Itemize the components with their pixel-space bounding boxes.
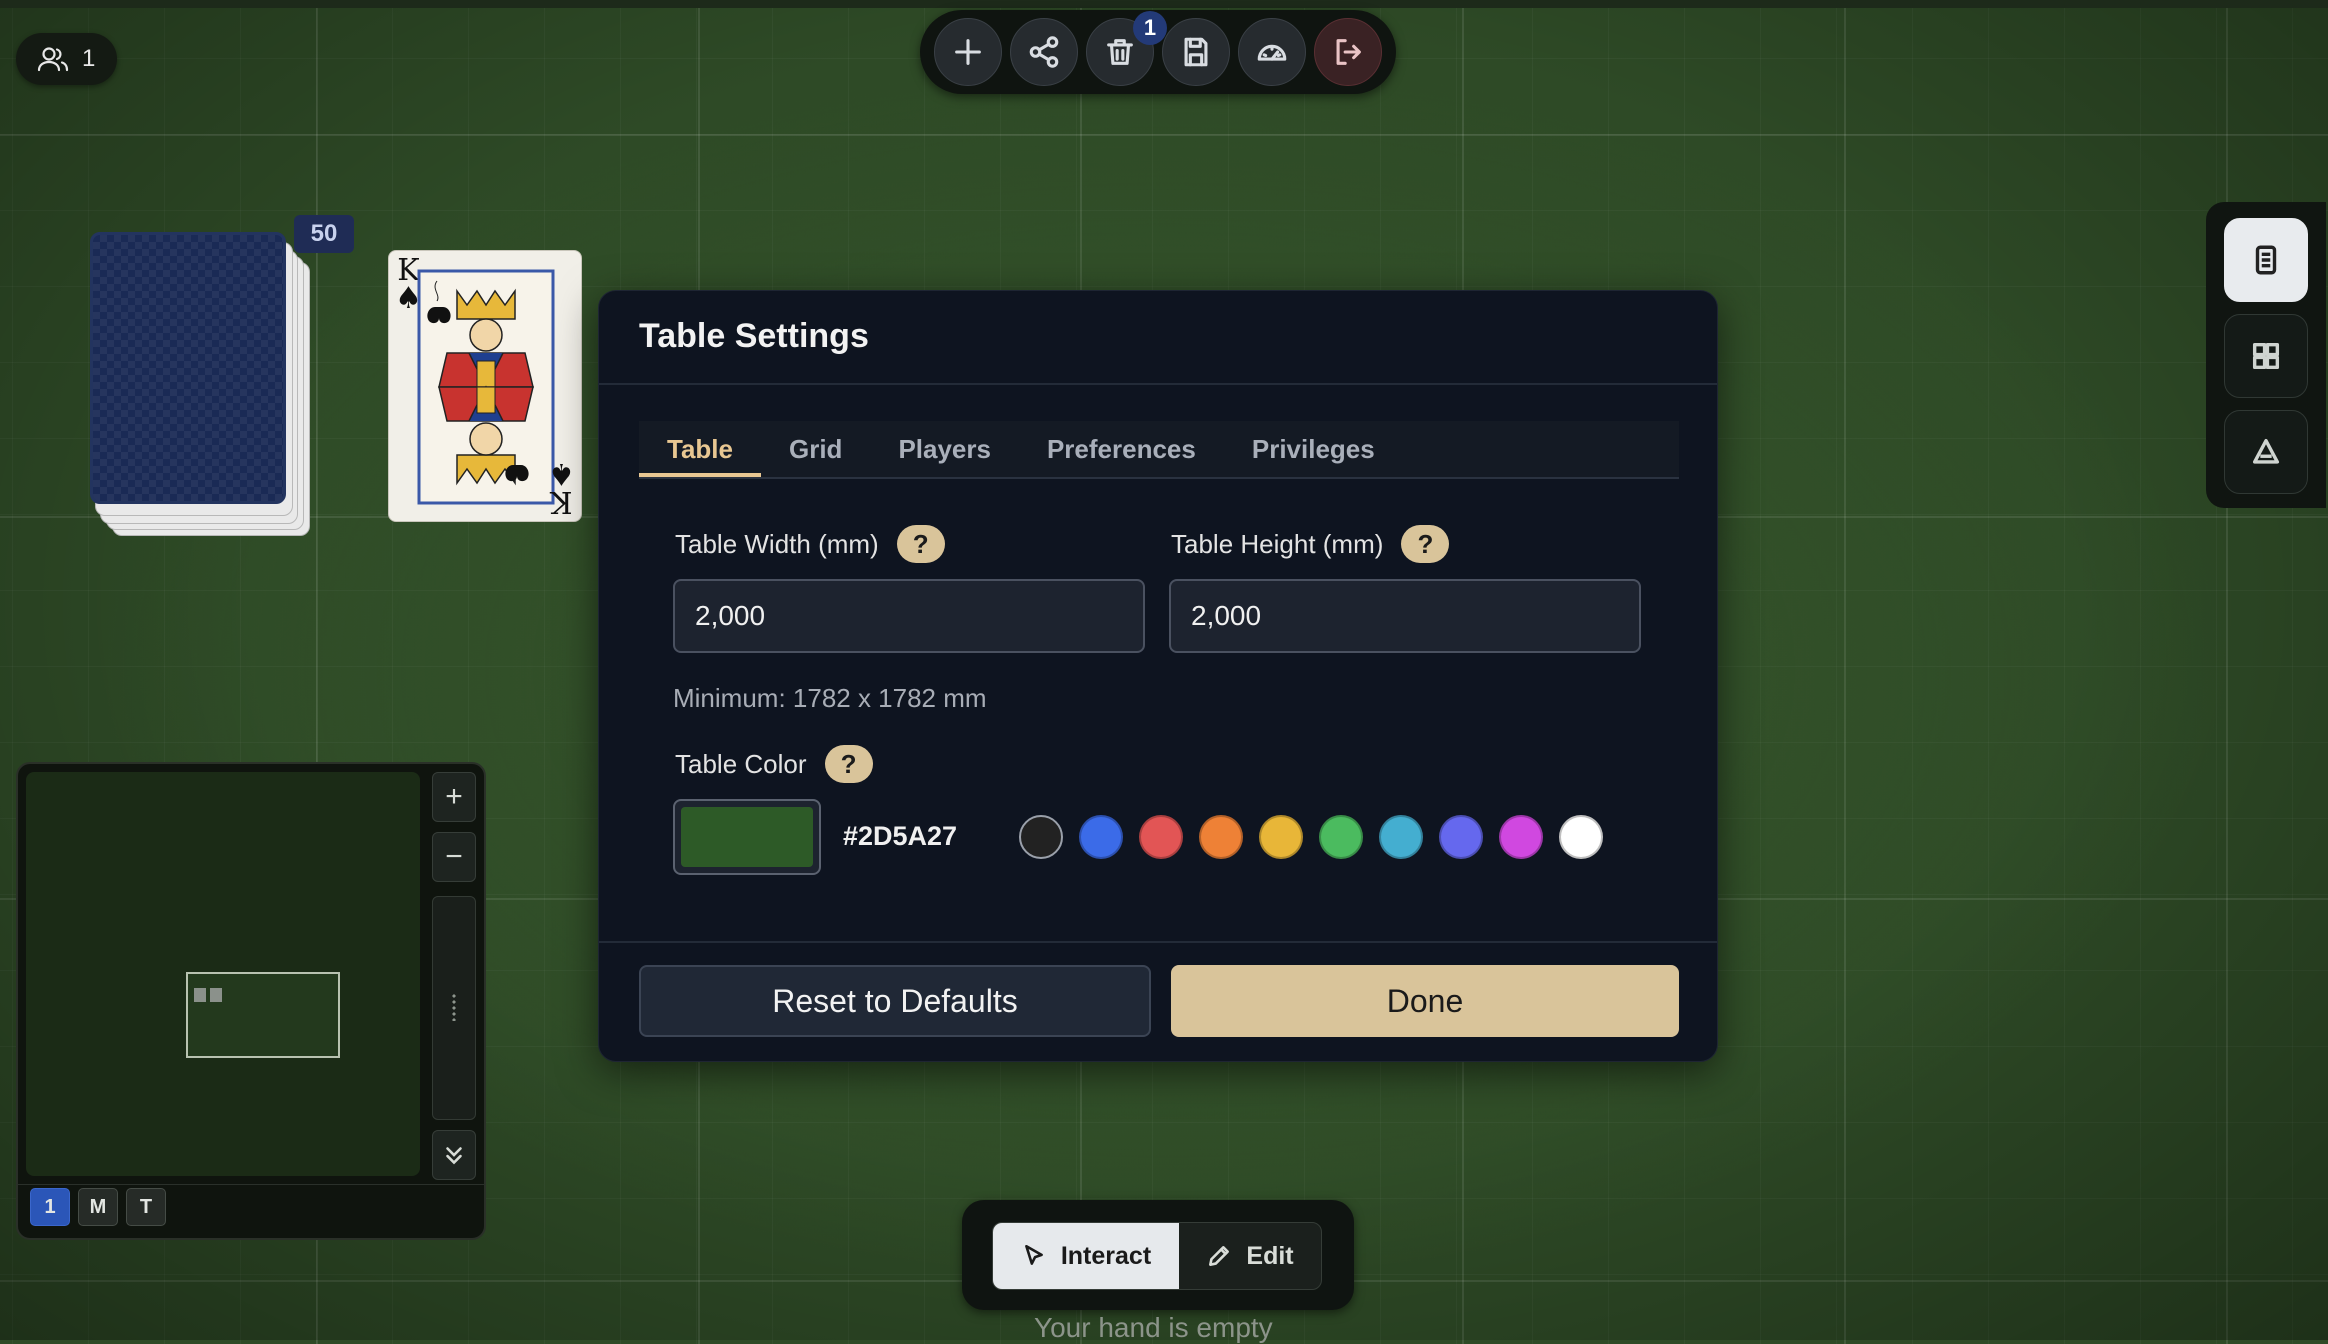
shapes-panel-button[interactable] [2224, 410, 2308, 494]
layer-tab-t[interactable]: T [126, 1188, 166, 1226]
playing-card-king-spades[interactable]: K ♠ K ♠ [388, 250, 582, 522]
card-rank: K [550, 484, 573, 519]
table-color-help-button[interactable]: ? [824, 745, 873, 783]
card-deck[interactable] [90, 232, 320, 542]
king-face-artwork [417, 269, 555, 505]
share-icon [1029, 36, 1059, 68]
color-preset-swatch[interactable] [1139, 815, 1183, 859]
notes-panel-button[interactable] [2224, 218, 2308, 302]
drag-handle-icon[interactable] [451, 993, 457, 1021]
table-height-input[interactable] [1169, 579, 1641, 653]
minimap-layer-tabs: 1 M T [30, 1188, 166, 1226]
color-preset-swatch[interactable] [1079, 815, 1123, 859]
tab-privileges[interactable]: Privileges [1224, 421, 1403, 477]
card-corner-bottom: K ♠ [548, 456, 575, 519]
minimap-panel: + − 1 M T [16, 762, 486, 1240]
interact-mode-label: Interact [1060, 1241, 1152, 1270]
minimap-card-marker [210, 988, 222, 1002]
minimap-divider [18, 1184, 484, 1185]
add-button[interactable] [934, 18, 1002, 86]
exit-button[interactable] [1314, 18, 1382, 86]
triangle-icon [2252, 438, 2280, 464]
dialog-header-divider [599, 383, 1717, 385]
table-color-label: Table Color [675, 748, 807, 779]
dialog-title: Table Settings [639, 317, 869, 355]
mode-toggle-group: Interact Edit [992, 1222, 1322, 1290]
gauge-icon [1257, 44, 1287, 61]
players-count: 1 [82, 45, 96, 72]
color-preset-swatch[interactable] [1319, 815, 1363, 859]
edit-mode-button[interactable]: Edit [1179, 1223, 1321, 1289]
performance-button[interactable] [1238, 18, 1306, 86]
deck-count-badge: 50 [294, 215, 354, 253]
right-tool-panel [2206, 202, 2326, 508]
document-icon [2255, 245, 2277, 275]
color-preset-list [1019, 815, 1603, 859]
main-toolbar: 1 [920, 10, 1396, 94]
trash-count-badge: 1 [1133, 11, 1167, 45]
logout-icon [1336, 39, 1361, 65]
deck-top-card-back [90, 232, 286, 504]
tab-grid[interactable]: Grid [761, 421, 870, 477]
current-color-swatch [681, 807, 813, 867]
minimum-size-hint: Minimum: 1782 x 1782 mm [673, 683, 987, 713]
cursor-icon [1024, 1244, 1043, 1265]
tab-preferences[interactable]: Preferences [1019, 421, 1224, 477]
table-height-label-row: Table Height (mm) ? [1171, 525, 1450, 563]
table-width-help-button[interactable]: ? [896, 525, 945, 563]
hand-status-text: Your hand is empty [1034, 1312, 1273, 1343]
players-count-badge[interactable]: 1 [16, 33, 118, 85]
plus-icon [955, 39, 981, 65]
save-button[interactable] [1162, 18, 1230, 86]
tab-players[interactable]: Players [870, 421, 1019, 477]
interact-mode-button[interactable]: Interact [993, 1223, 1179, 1289]
save-icon [1184, 37, 1208, 67]
table-color-picker[interactable] [673, 799, 821, 875]
color-preset-swatch[interactable] [1379, 815, 1423, 859]
trash-icon [1107, 39, 1133, 65]
minimap-zoom-slider[interactable] [432, 896, 476, 1120]
minimap-deck-marker [194, 988, 206, 1002]
reset-defaults-button[interactable]: Reset to Defaults [639, 965, 1151, 1037]
minimap-viewport-rect[interactable] [186, 972, 340, 1058]
minimap-canvas[interactable] [26, 772, 420, 1176]
grid-icon [2252, 342, 2280, 370]
card-suit: ♠ [548, 456, 575, 491]
table-height-help-button[interactable]: ? [1401, 525, 1450, 563]
color-preset-swatch[interactable] [1439, 815, 1483, 859]
layer-tab-m[interactable]: M [78, 1188, 118, 1226]
pencil-icon [1209, 1246, 1230, 1266]
users-icon [37, 47, 69, 72]
settings-tabs: Table Grid Players Preferences Privilege… [639, 421, 1679, 479]
chevrons-down-icon [446, 1147, 462, 1165]
dialog-footer-divider [599, 941, 1717, 943]
minimap-zoom-in-button[interactable]: + [432, 772, 476, 822]
minimap-zoom-out-button[interactable]: − [432, 832, 476, 882]
share-button[interactable] [1010, 18, 1078, 86]
minimap-collapse-button[interactable] [432, 1130, 476, 1180]
color-hex-value: #2D5A27 [843, 821, 958, 851]
table-width-label-row: Table Width (mm) ? [675, 525, 945, 563]
tab-table[interactable]: Table [639, 421, 761, 477]
layout-panel-button[interactable] [2224, 314, 2308, 398]
layer-tab-1[interactable]: 1 [30, 1188, 70, 1226]
color-preset-swatch[interactable] [1259, 815, 1303, 859]
table-width-input[interactable] [673, 579, 1145, 653]
table-settings-dialog: Table Settings Table Grid Players Prefer… [598, 290, 1718, 1062]
color-preset-swatch[interactable] [1019, 815, 1063, 859]
edit-mode-label: Edit [1246, 1241, 1294, 1270]
color-preset-swatch[interactable] [1199, 815, 1243, 859]
table-color-label-row: Table Color ? [675, 745, 873, 783]
mode-switcher-panel: Interact Edit [962, 1200, 1354, 1310]
color-preset-swatch[interactable] [1499, 815, 1543, 859]
trash-button[interactable]: 1 [1086, 11, 1167, 86]
table-width-label: Table Width (mm) [675, 528, 879, 559]
color-preset-swatch[interactable] [1559, 815, 1603, 859]
top-edge-bar [0, 0, 2328, 8]
table-height-label: Table Height (mm) [1171, 528, 1384, 559]
done-button[interactable]: Done [1171, 965, 1679, 1037]
